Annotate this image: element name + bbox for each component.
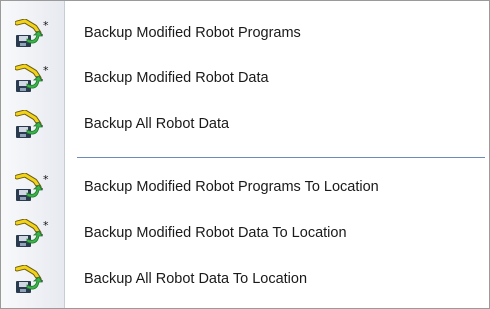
menu-item-backup-modified-robot-data[interactable]: * Backup Modified Robot Data	[1, 56, 489, 100]
menu-item-backup-modified-robot-programs[interactable]: * Backup Modified Robot Programs	[1, 11, 489, 55]
menu-item-backup-all-robot-data-to-location[interactable]: Backup All Robot Data To Location	[1, 257, 489, 301]
svg-text:*: *	[43, 64, 49, 77]
robot-backup-modified-icon: *	[14, 218, 49, 249]
robot-backup-modified-icon: *	[14, 18, 49, 49]
menu-item-label: Backup Modified Robot Data To Location	[84, 225, 347, 241]
svg-text:*: *	[43, 219, 49, 232]
robot-backup-icon	[14, 109, 49, 140]
menu-item-label: Backup Modified Robot Programs	[84, 25, 301, 41]
menu-item-label: Backup All Robot Data To Location	[84, 271, 308, 287]
menu-item-backup-all-robot-data[interactable]: Backup All Robot Data	[1, 102, 489, 146]
robot-backup-icon	[14, 264, 49, 295]
menu-item-label: Backup Modified Robot Data	[84, 70, 269, 86]
svg-text:*: *	[43, 173, 49, 186]
menu-separator	[77, 157, 485, 158]
menu-item-backup-modified-robot-programs-to-location[interactable]: * Backup Modified Robot Programs To Loca…	[1, 165, 489, 209]
robot-backup-modified-icon: *	[14, 172, 49, 203]
menu-item-backup-modified-robot-data-to-location[interactable]: * Backup Modified Robot Data To Location	[1, 211, 489, 255]
svg-text:*: *	[43, 19, 49, 32]
menu-item-label: Backup Modified Robot Programs To Locati…	[84, 179, 379, 195]
context-menu: * Backup Modified Robot Programs * Backu…	[0, 0, 490, 309]
menu-item-label: Backup All Robot Data	[84, 116, 230, 132]
robot-backup-modified-icon: *	[14, 63, 49, 94]
